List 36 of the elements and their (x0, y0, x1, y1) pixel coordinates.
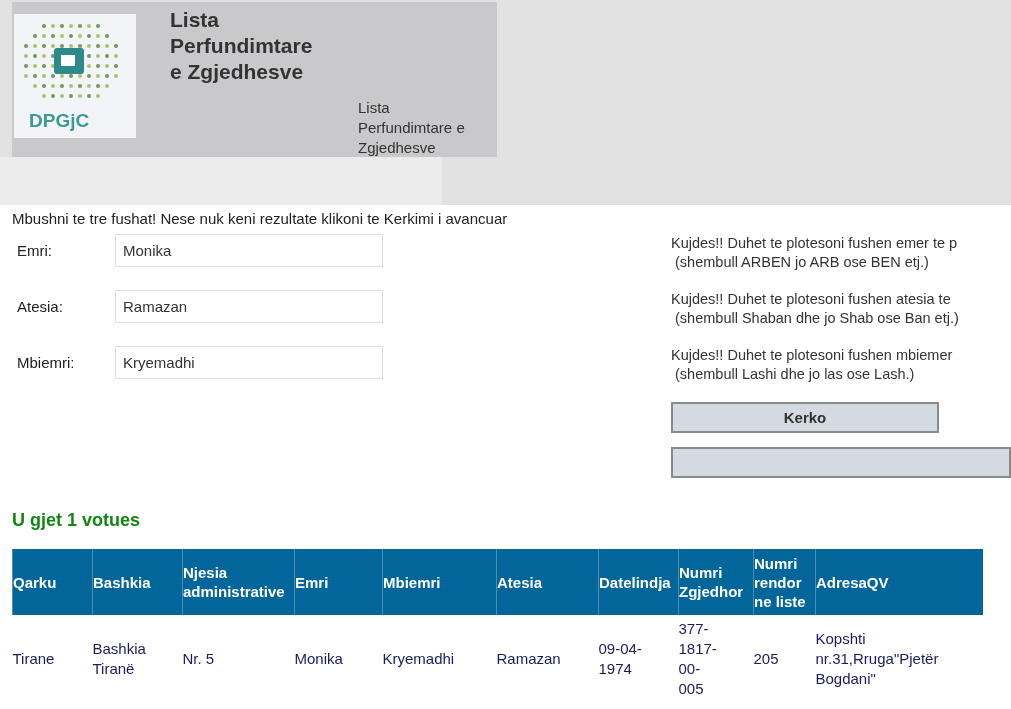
page-subtitle: Lista Perfundimtare e Zgjedhesve (358, 98, 466, 158)
page-title: Lista Perfundimtare e Zgjedhesve (170, 7, 314, 85)
search-button[interactable]: Kerko (671, 402, 939, 433)
table-cell: Tirane (12, 615, 93, 703)
column-header: Emri (294, 549, 383, 615)
text-field[interactable]: Ramazan (115, 290, 383, 323)
column-header: Atesia (496, 549, 599, 615)
table-cell: Ramazan (496, 615, 599, 703)
column-header: AdresaQV (815, 549, 983, 615)
result-count: U gjet 1 votues (12, 510, 142, 531)
field-label: Atesia: (16, 298, 64, 315)
field-label: Mbiemri: (16, 354, 76, 371)
column-header: Numri Zgjedhor (678, 549, 754, 615)
logo-text: DPGjC (29, 110, 90, 132)
column-header: Njesia administrative (182, 549, 295, 615)
text-field[interactable]: Kryemadhi (115, 346, 383, 379)
table-cell: Nr. 5 (182, 615, 295, 703)
table-cell: Monika (294, 615, 383, 703)
text-field[interactable]: Monika (115, 234, 383, 267)
field-label: Emri: (16, 242, 53, 259)
warning-text: Kujdes!! Duhet te plotesoni fushen atesia te (shembull Shaban dhe jo Shab ose Ban etj.) (671, 290, 960, 328)
column-header: Qarku (12, 549, 93, 615)
table-cell: 09-04-1974 (598, 615, 679, 703)
warning-text: Kujdes!! Duhet te plotesoni fushen mbiemer (shembull Lashi dhe jo las ose Lash.) (671, 346, 954, 384)
blank-button[interactable] (671, 447, 1011, 478)
column-header: Bashkia (92, 549, 183, 615)
table-cell: Bashkia Tiranë (92, 615, 183, 703)
table-cell: 377-1817-00-005 (678, 615, 754, 703)
column-header: Numri rendor ne liste (753, 549, 816, 615)
table-cell: 205 (753, 615, 816, 703)
column-header: Datelindja (598, 549, 679, 615)
table-cell: Kopshti nr.31,Rruga"Pjetër Bogdani" (815, 615, 983, 703)
instruction-text: Mbushni te tre fushat! Nese nuk keni rezultate klikoni te Kerkimi i avancuar (12, 210, 509, 227)
column-header: Mbiemri (382, 549, 497, 615)
warning-text: Kujdes!! Duhet te plotesoni fushen emer te p (shembull ARBEN jo ARB ose BEN etj.) (671, 234, 959, 272)
table-cell: Kryemadhi (382, 615, 497, 703)
